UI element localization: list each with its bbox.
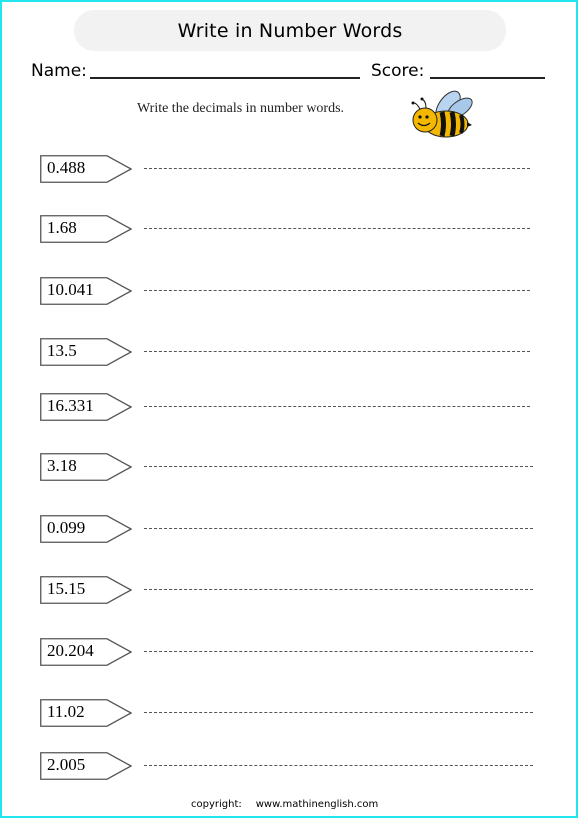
worksheet-row: 2.005 bbox=[40, 752, 540, 780]
decimal-number: 15.15 bbox=[47, 579, 86, 598]
worksheet-row: 0.488 bbox=[40, 155, 540, 183]
answer-line[interactable] bbox=[144, 228, 530, 229]
worksheet-row: 11.02 bbox=[40, 699, 540, 727]
decimal-number: 10.041 bbox=[47, 280, 94, 299]
answer-line[interactable] bbox=[144, 351, 530, 352]
instructions: Write the decimals in number words. bbox=[137, 101, 345, 116]
name-field[interactable] bbox=[90, 77, 360, 79]
answer-line[interactable] bbox=[144, 406, 530, 407]
copyright-footer: copyright: www.mathinenglish.com bbox=[191, 799, 378, 810]
answer-line[interactable] bbox=[144, 765, 533, 766]
decimal-number: 16.331 bbox=[47, 396, 94, 415]
worksheet-row: 3.18 bbox=[40, 453, 540, 481]
answer-line[interactable] bbox=[144, 290, 530, 291]
worksheet-row: 16.331 bbox=[40, 393, 540, 421]
answer-line[interactable] bbox=[144, 589, 533, 590]
score-field[interactable] bbox=[430, 77, 545, 79]
decimal-number: 3.18 bbox=[47, 456, 77, 475]
worksheet-row: 10.041 bbox=[40, 277, 540, 305]
answer-line[interactable] bbox=[144, 528, 533, 529]
decimal-number: 13.5 bbox=[47, 341, 77, 360]
copyright-label: copyright: bbox=[191, 799, 242, 810]
name-label: Name: bbox=[31, 61, 87, 81]
bee-icon bbox=[411, 90, 473, 138]
worksheet-row: 13.5 bbox=[40, 338, 540, 366]
decimal-number: 0.488 bbox=[47, 158, 86, 177]
decimal-number: 2.005 bbox=[47, 755, 86, 774]
decimal-number: 0.099 bbox=[47, 518, 86, 537]
score-label: Score: bbox=[371, 61, 425, 81]
decimal-number: 20.204 bbox=[47, 641, 94, 660]
title-banner: Write in Number Words bbox=[74, 10, 506, 51]
worksheet-row: 0.099 bbox=[40, 515, 540, 543]
copyright-url[interactable]: www.mathinenglish.com bbox=[256, 799, 379, 810]
decimal-number: 1.68 bbox=[47, 218, 77, 237]
worksheet-row: 1.68 bbox=[40, 215, 540, 243]
worksheet-row: 15.15 bbox=[40, 576, 540, 604]
answer-line[interactable] bbox=[144, 651, 533, 652]
answer-line[interactable] bbox=[144, 168, 530, 169]
answer-line[interactable] bbox=[144, 466, 533, 467]
answer-line[interactable] bbox=[144, 712, 533, 713]
decimal-number: 11.02 bbox=[47, 702, 85, 721]
worksheet-row: 20.204 bbox=[40, 638, 540, 666]
page-title: Write in Number Words bbox=[177, 19, 403, 42]
